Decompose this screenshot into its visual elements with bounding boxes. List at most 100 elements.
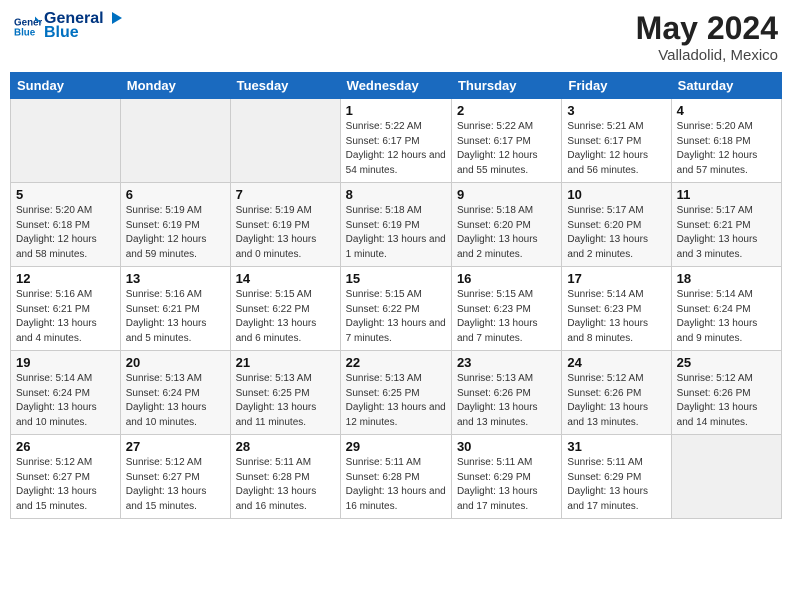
day-info: Sunrise: 5:17 AMSunset: 6:21 PMDaylight:… [677,204,776,262]
month-year-title: May 2024 [636,10,778,47]
day-info: Sunrise: 5:20 AMSunset: 6:18 PMDaylight:… [16,204,115,262]
day-number: 7 [236,187,335,202]
calendar-week-row: 1Sunrise: 5:22 AMSunset: 6:17 PMDaylight… [11,99,782,183]
day-number: 20 [126,355,225,370]
calendar-cell: 13 Sunrise: 5:16 AMSunset: 6:21 PMDayligh… [120,267,230,351]
calendar-cell [120,99,230,183]
calendar-week-row: 26 Sunrise: 5:12 AMSunset: 6:27 PMDayligh… [11,435,782,519]
calendar-cell: 3 Sunrise: 5:21 AMSunset: 6:17 PMDaylight… [562,99,671,183]
weekday-header-monday: Monday [120,73,230,99]
day-number: 10 [567,187,665,202]
calendar-cell: 30Sunrise: 5:11 AMSunset: 6:29 PMDayligh… [451,435,561,519]
day-info: Sunrise: 5:12 AMSunset: 6:27 PMDaylight:… [126,456,225,514]
calendar-week-row: 12 Sunrise: 5:16 AMSunset: 6:21 PMDayligh… [11,267,782,351]
calendar-cell: 18Sunrise: 5:14 AMSunset: 6:24 PMDayligh… [671,267,781,351]
day-info: Sunrise: 5:12 AMSunset: 6:27 PMDaylight:… [16,456,115,514]
calendar-cell: 14Sunrise: 5:15 AMSunset: 6:22 PMDayligh… [230,267,340,351]
day-number: 25 [677,355,776,370]
day-info: Sunrise: 5:12 AMSunset: 6:26 PMDaylight:… [567,372,665,430]
calendar-cell: 21Sunrise: 5:13 AMSunset: 6:25 PMDayligh… [230,351,340,435]
day-number: 1 [346,103,446,118]
calendar-cell: 6Sunrise: 5:19 AMSunset: 6:19 PMDaylight… [120,183,230,267]
calendar-cell: 15Sunrise: 5:15 AMSunset: 6:22 PMDayligh… [340,267,451,351]
calendar-week-row: 19Sunrise: 5:14 AMSunset: 6:24 PMDayligh… [11,351,782,435]
calendar-cell: 22 Sunrise: 5:13 AMSunset: 6:25 PMDayligh… [340,351,451,435]
day-number: 23 [457,355,556,370]
day-info: Sunrise: 5:13 AMSunset: 6:25 PMDaylight:… [346,372,446,430]
calendar-cell: 4 Sunrise: 5:20 AMSunset: 6:18 PMDaylight… [671,99,781,183]
calendar-cell: 24Sunrise: 5:12 AMSunset: 6:26 PMDayligh… [562,351,671,435]
calendar-cell: 12Sunrise: 5:16 AMSunset: 6:21 PMDayligh… [11,267,121,351]
day-info: Sunrise: 5:11 AMSunset: 6:28 PMDaylight:… [236,456,335,514]
calendar-cell [671,435,781,519]
calendar-cell: 17Sunrise: 5:14 AMSunset: 6:23 PMDayligh… [562,267,671,351]
location-subtitle: Valladolid, Mexico [636,47,778,64]
svg-text:Blue: Blue [14,27,36,38]
day-info: Sunrise: 5:11 AMSunset: 6:29 PMDaylight:… [457,456,556,514]
weekday-header-sunday: Sunday [11,73,121,99]
day-info: Sunrise: 5:18 AMSunset: 6:20 PMDaylight:… [457,204,556,262]
day-number: 2 [457,103,556,118]
calendar-cell: 29 Sunrise: 5:11 AMSunset: 6:28 PMDayligh… [340,435,451,519]
day-info: Sunrise: 5:20 AMSunset: 6:18 PMDaylight:… [677,120,776,178]
calendar-cell [230,99,340,183]
logo: General Blue General Blue [14,10,124,42]
calendar-cell: 25 Sunrise: 5:12 AMSunset: 6:26 PMDayligh… [671,351,781,435]
day-number: 9 [457,187,556,202]
day-info: Sunrise: 5:21 AMSunset: 6:17 PMDaylight:… [567,120,665,178]
day-info: Sunrise: 5:12 AMSunset: 6:26 PMDaylight:… [677,372,776,430]
calendar-cell: 27 Sunrise: 5:12 AMSunset: 6:27 PMDayligh… [120,435,230,519]
calendar-week-row: 5 Sunrise: 5:20 AMSunset: 6:18 PMDaylight… [11,183,782,267]
calendar-cell: 5 Sunrise: 5:20 AMSunset: 6:18 PMDaylight… [11,183,121,267]
day-info: Sunrise: 5:11 AMSunset: 6:29 PMDaylight:… [567,456,665,514]
calendar-cell: 26 Sunrise: 5:12 AMSunset: 6:27 PMDayligh… [11,435,121,519]
day-number: 28 [236,439,335,454]
day-number: 13 [126,271,225,286]
day-info: Sunrise: 5:13 AMSunset: 6:25 PMDaylight:… [236,372,335,430]
day-number: 3 [567,103,665,118]
calendar-cell: 16Sunrise: 5:15 AMSunset: 6:23 PMDayligh… [451,267,561,351]
day-info: Sunrise: 5:11 AMSunset: 6:28 PMDaylight:… [346,456,446,514]
weekday-header-tuesday: Tuesday [230,73,340,99]
day-info: Sunrise: 5:13 AMSunset: 6:26 PMDaylight:… [457,372,556,430]
day-number: 22 [346,355,446,370]
day-number: 27 [126,439,225,454]
day-number: 29 [346,439,446,454]
calendar-cell: 2Sunrise: 5:22 AMSunset: 6:17 PMDaylight… [451,99,561,183]
calendar-cell: 19Sunrise: 5:14 AMSunset: 6:24 PMDayligh… [11,351,121,435]
day-number: 12 [16,271,115,286]
day-info: Sunrise: 5:15 AMSunset: 6:23 PMDaylight:… [457,288,556,346]
day-number: 26 [16,439,115,454]
calendar-cell: 11 Sunrise: 5:17 AMSunset: 6:21 PMDayligh… [671,183,781,267]
calendar-cell: 20 Sunrise: 5:13 AMSunset: 6:24 PMDayligh… [120,351,230,435]
calendar-cell: 7 Sunrise: 5:19 AMSunset: 6:19 PMDaylight… [230,183,340,267]
day-info: Sunrise: 5:18 AMSunset: 6:19 PMDaylight:… [346,204,446,262]
day-info: Sunrise: 5:14 AMSunset: 6:24 PMDaylight:… [16,372,115,430]
day-info: Sunrise: 5:19 AMSunset: 6:19 PMDaylight:… [236,204,335,262]
day-number: 8 [346,187,446,202]
day-info: Sunrise: 5:16 AMSunset: 6:21 PMDaylight:… [126,288,225,346]
day-info: Sunrise: 5:15 AMSunset: 6:22 PMDaylight:… [346,288,446,346]
day-number: 5 [16,187,115,202]
day-number: 11 [677,187,776,202]
logo-icon: General Blue [14,13,42,41]
calendar-cell [11,99,121,183]
day-number: 31 [567,439,665,454]
day-info: Sunrise: 5:14 AMSunset: 6:23 PMDaylight:… [567,288,665,346]
day-info: Sunrise: 5:15 AMSunset: 6:22 PMDaylight:… [236,288,335,346]
calendar-cell: 8 Sunrise: 5:18 AMSunset: 6:19 PMDaylight… [340,183,451,267]
day-info: Sunrise: 5:14 AMSunset: 6:24 PMDaylight:… [677,288,776,346]
day-info: Sunrise: 5:19 AMSunset: 6:19 PMDaylight:… [126,204,225,262]
calendar-header-row: SundayMondayTuesdayWednesdayThursdayFrid… [11,73,782,99]
weekday-header-friday: Friday [562,73,671,99]
calendar-cell: 23 Sunrise: 5:13 AMSunset: 6:26 PMDayligh… [451,351,561,435]
weekday-header-saturday: Saturday [671,73,781,99]
page-header: General Blue General Blue May 2024 Valla… [10,10,782,64]
weekday-header-thursday: Thursday [451,73,561,99]
calendar-cell: 1Sunrise: 5:22 AMSunset: 6:17 PMDaylight… [340,99,451,183]
day-number: 4 [677,103,776,118]
calendar-cell: 9 Sunrise: 5:18 AMSunset: 6:20 PMDaylight… [451,183,561,267]
day-info: Sunrise: 5:13 AMSunset: 6:24 PMDaylight:… [126,372,225,430]
calendar-cell: 31 Sunrise: 5:11 AMSunset: 6:29 PMDayligh… [562,435,671,519]
logo-blue: Blue [44,24,124,42]
